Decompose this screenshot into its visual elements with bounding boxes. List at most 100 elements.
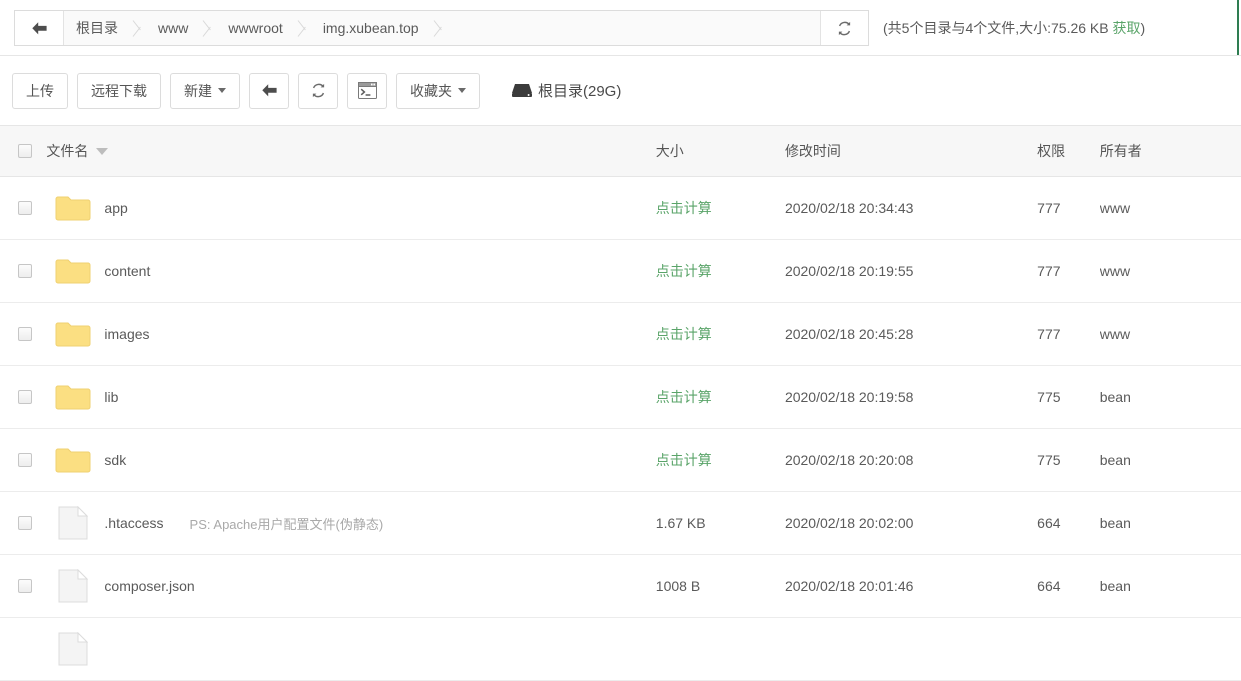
file-name-label[interactable]: images (104, 326, 149, 342)
directory-stats-text: (共5个目录与4个文件,大小:75.26 KB (883, 20, 1113, 36)
file-permission-cell[interactable]: 775 (1037, 365, 1100, 429)
table-row[interactable]: app 点击计算 2020/02/18 20:34:43 777 www (0, 176, 1241, 240)
table-row[interactable]: .htaccess PS: Apache用户配置文件(伪静态) 1.67 KB 202… (0, 491, 1241, 555)
select-all-header (0, 126, 47, 177)
table-row[interactable]: sdk 点击计算 2020/02/18 20:20:08 775 bean (0, 428, 1241, 492)
file-mtime-cell: 2020/02/18 20:20:08 (784, 428, 1038, 492)
file-mtime-cell: 2020/02/18 20:45:28 (784, 302, 1038, 366)
row-checkbox[interactable] (18, 516, 32, 530)
file-owner-cell[interactable]: bean (1099, 491, 1241, 555)
file-icon (58, 632, 89, 666)
row-checkbox[interactable] (18, 327, 32, 341)
file-icon-wrap (54, 569, 92, 603)
row-select-cell (0, 491, 47, 555)
file-name-label[interactable]: content (104, 263, 150, 279)
column-header-owner[interactable]: 所有者 (1099, 126, 1241, 177)
file-name-label[interactable]: app (104, 200, 127, 216)
calculate-size-link[interactable]: 点击计算 (656, 389, 712, 405)
column-header-name[interactable]: 文件名 (46, 126, 656, 177)
file-mtime-cell (784, 617, 1038, 681)
file-mtime-cell: 2020/02/18 20:02:00 (784, 491, 1038, 555)
row-select-cell (0, 239, 47, 303)
row-select-cell (0, 617, 47, 681)
file-name-cell: app (46, 176, 656, 240)
table-row[interactable]: lib 点击计算 2020/02/18 20:19:58 775 bean (0, 365, 1241, 429)
file-icon (58, 569, 89, 603)
file-owner-cell[interactable]: www (1099, 302, 1241, 366)
column-header-perm[interactable]: 权限 (1037, 126, 1100, 177)
folder-icon (55, 259, 91, 283)
folder-icon-wrap (54, 381, 92, 413)
file-name-label[interactable]: sdk (104, 452, 126, 468)
column-header-size[interactable]: 大小 (655, 126, 785, 177)
file-mtime-cell: 2020/02/18 20:19:58 (784, 365, 1038, 429)
file-name-label[interactable]: composer.json (104, 578, 194, 594)
row-checkbox[interactable] (18, 453, 32, 467)
file-permission-cell[interactable] (1037, 617, 1100, 681)
file-size-label: 1.67 KB (655, 515, 706, 531)
file-owner-cell[interactable]: bean (1099, 428, 1241, 492)
file-name-cell (46, 617, 656, 681)
directory-stats-suffix: ) (1140, 20, 1146, 36)
file-name-cell: composer.json (46, 554, 656, 618)
file-owner-cell[interactable]: www (1099, 176, 1241, 240)
file-owner-cell[interactable] (1099, 617, 1241, 681)
file-permission-cell[interactable]: 664 (1037, 554, 1100, 618)
breadcrumb-item[interactable]: www (146, 11, 216, 45)
file-owner-cell[interactable]: www (1099, 239, 1241, 303)
sort-descending-icon[interactable] (96, 147, 109, 155)
breadcrumb-item[interactable]: wwwroot (216, 11, 310, 45)
calculate-size-link[interactable]: 点击计算 (656, 263, 712, 279)
file-name-label[interactable]: lib (104, 389, 118, 405)
file-table-header-row: 文件名 大小 修改时间 权限 所有者 (0, 126, 1241, 177)
row-checkbox[interactable] (18, 390, 32, 404)
file-owner-cell[interactable]: bean (1099, 554, 1241, 618)
file-note: PS: Apache用户配置文件(伪静态) (189, 516, 384, 532)
remote-download-button[interactable]: 远程下载 (77, 72, 161, 109)
breadcrumb-item[interactable]: img.xubean.top (311, 11, 447, 45)
file-permission-cell[interactable]: 664 (1037, 491, 1100, 555)
table-row[interactable]: images 点击计算 2020/02/18 20:45:28 777 www (0, 302, 1241, 366)
terminal-button[interactable] (347, 72, 387, 109)
table-row[interactable]: composer.json 1008 B 2020/02/18 20:01:46 66… (0, 554, 1241, 618)
file-size-label: 1008 B (655, 578, 701, 594)
file-name-cell: .htaccess PS: Apache用户配置文件(伪静态) (46, 491, 656, 555)
breadcrumb-refresh-button[interactable] (820, 11, 868, 45)
file-permission-cell[interactable]: 775 (1037, 428, 1100, 492)
terminal-icon (357, 82, 377, 99)
new-button[interactable]: 新建 (170, 72, 240, 109)
row-checkbox[interactable] (18, 264, 32, 278)
chevron-down-icon (458, 88, 466, 93)
file-size-cell: 1.67 KB (655, 491, 785, 555)
file-permission-cell[interactable]: 777 (1037, 176, 1100, 240)
row-checkbox[interactable] (18, 201, 32, 215)
toolbar-refresh-button[interactable] (298, 72, 338, 109)
column-header-mtime[interactable]: 修改时间 (784, 126, 1038, 177)
file-name-cell: lib (46, 365, 656, 429)
hard-drive-icon (511, 82, 533, 99)
calculate-size-link[interactable]: 点击计算 (656, 452, 712, 468)
favorites-button-label: 收藏夹 (410, 82, 452, 99)
select-all-checkbox[interactable] (18, 144, 32, 158)
file-name-cell: sdk (46, 428, 656, 492)
file-permission-cell[interactable]: 777 (1037, 302, 1100, 366)
calculate-size-link[interactable]: 点击计算 (656, 200, 712, 216)
table-row[interactable] (0, 617, 1241, 681)
row-checkbox[interactable] (18, 579, 32, 593)
upload-button[interactable]: 上传 (12, 72, 68, 109)
breadcrumb-item-label: wwwroot (228, 20, 283, 36)
table-row[interactable]: content 点击计算 2020/02/18 20:19:55 777 www (0, 239, 1241, 303)
toolbar-back-button[interactable] (249, 72, 289, 109)
fetch-size-link[interactable]: 获取 (1113, 20, 1141, 36)
calculate-size-link[interactable]: 点击计算 (656, 326, 712, 342)
disk-info[interactable]: 根目录(29G) (511, 80, 621, 101)
file-size-cell (655, 617, 785, 681)
file-permission-cell[interactable]: 777 (1037, 239, 1100, 303)
file-name-label[interactable]: .htaccess (104, 515, 163, 531)
breadcrumb-item[interactable]: 根目录 (64, 11, 146, 45)
file-owner-cell[interactable]: bean (1099, 365, 1241, 429)
favorites-button[interactable]: 收藏夹 (396, 72, 480, 109)
breadcrumb-item-label: 根目录 (76, 20, 118, 36)
folder-icon (55, 385, 91, 409)
breadcrumb-back-button[interactable] (15, 11, 64, 45)
